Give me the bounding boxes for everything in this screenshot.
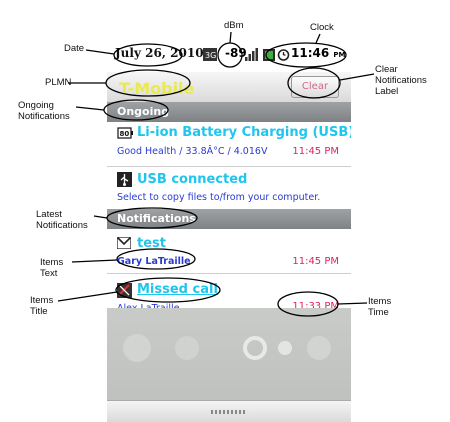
panel-drag-handle[interactable] [107,400,351,422]
item-title: Missed call [137,282,218,297]
annotation-dbm: dBm [224,20,244,31]
gmail-icon [117,237,131,249]
notification-panel: July 26, 2010 3G -89 11:46 PM T-Mobile C… [107,38,351,422]
signal-bars-icon [245,48,258,61]
svg-text:3G: 3G [205,51,216,60]
ongoing-item-battery[interactable]: 80 Li-ion Battery Charging (USB) Good He… [107,122,351,166]
notification-item-gmail[interactable]: test Gary LaTraille 11:45 PM [107,229,351,273]
clock-time: 11:46 [291,46,330,60]
battery-80-icon: 80 [117,127,133,139]
status-clock: 11:46 PM [291,46,346,60]
battery-icon [263,49,275,61]
clock-ampm: PM [333,51,346,59]
ongoing-header-label: Ongoing [117,105,170,118]
item-title: test [137,236,166,251]
clear-button[interactable]: Clear [291,76,339,98]
notifications-header-label: Notifications [117,212,196,225]
annotation-date: Date [64,43,85,54]
annotation-items-title: Items Title [30,295,54,317]
3g-icon: 3G [203,48,217,61]
item-time: 11:45 PM [292,256,339,267]
notification-item-missed-call[interactable]: Missed call Alex LaTraille 11:33 PM [107,274,351,314]
annotation-clear-label: Clear Notifications Label [375,64,427,97]
annotation-clock: Clock [310,22,334,33]
usb-icon [117,172,132,187]
ongoing-header: Ongoing [107,102,351,122]
battery-level-text: 80 [120,130,130,138]
item-text: Select to copy files to/from your comput… [117,192,321,203]
alarm-icon [277,49,290,61]
item-title: Li-ion Battery Charging (USB) [137,125,351,140]
missed-call-icon [117,283,132,298]
annotation-items-text: Items Text [40,257,64,279]
ongoing-item-usb[interactable]: USB connected Select to copy files to/fr… [107,167,351,209]
item-title: USB connected [137,172,248,187]
plmn-name: T-Mobile [119,79,195,98]
annotation-items-time: Items Time [368,296,392,318]
item-text: Gary LaTraille [117,256,191,267]
status-date: July 26, 2010 [115,46,204,60]
item-time: 11:45 PM [292,146,339,157]
annotation-plmn: PLMN [45,77,72,88]
grip-icon [211,410,247,414]
status-bar: July 26, 2010 3G -89 11:46 PM [107,38,351,72]
plmn-bar: T-Mobile Clear [107,72,351,102]
annotation-latest: Latest Notifications [36,209,88,231]
annotation-ongoing: Ongoing Notifications [18,100,70,122]
item-text: Good Health / 33.8Â°C / 4.016V [117,146,268,157]
notifications-header: Notifications [107,209,351,229]
signal-dbm: -89 [225,46,247,60]
faded-widget-icons [123,334,331,362]
